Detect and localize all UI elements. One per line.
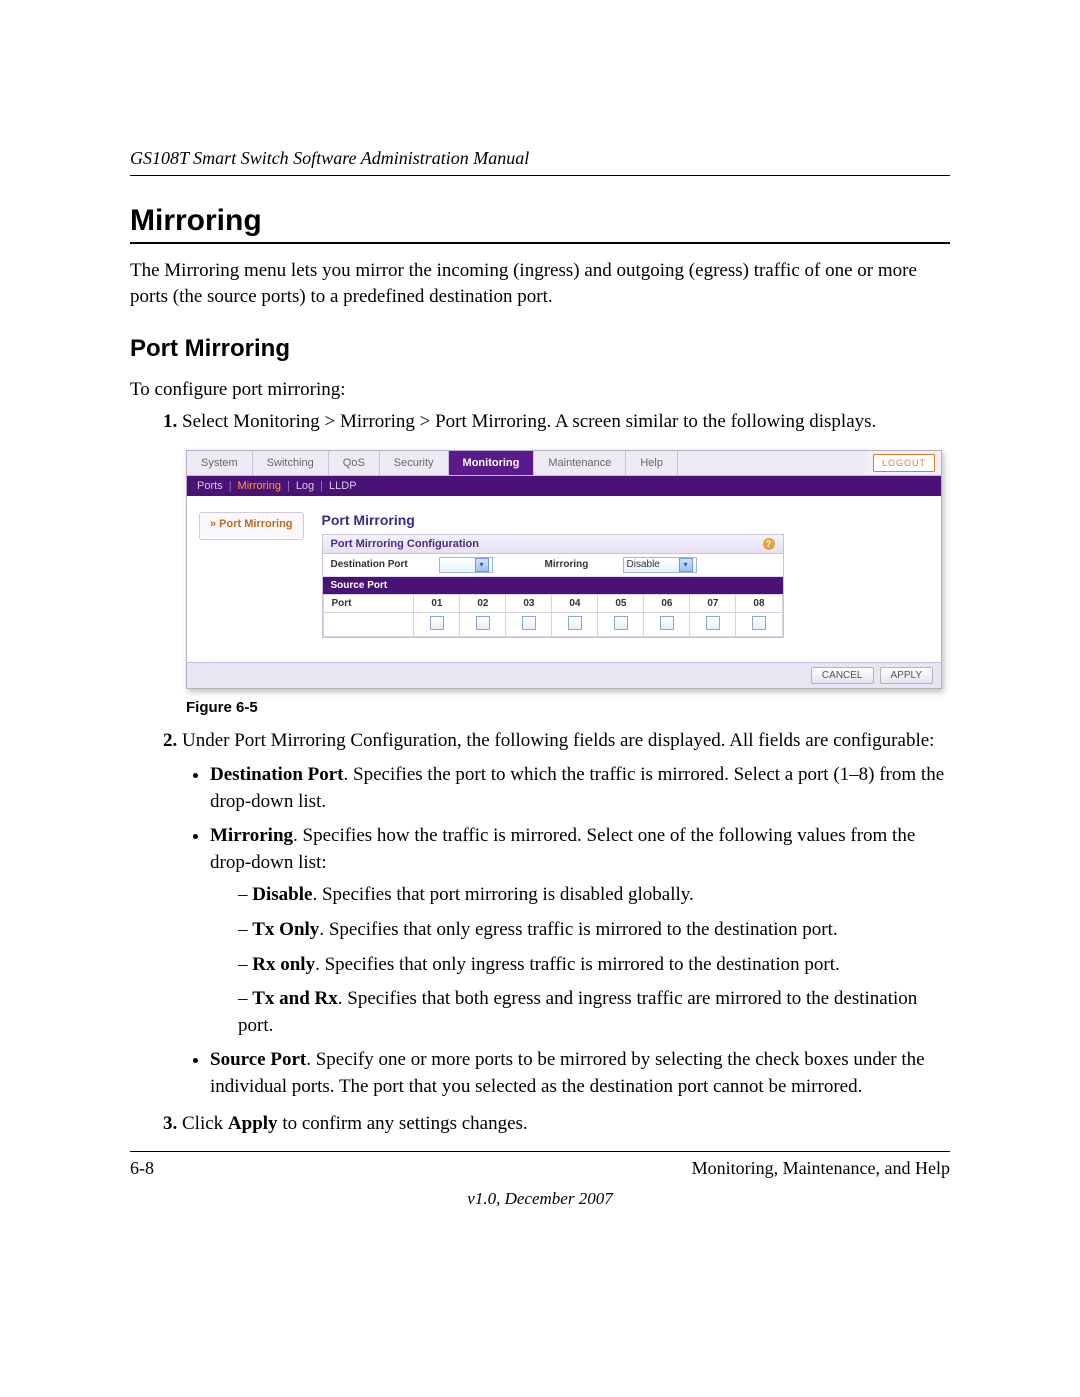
page-number: 6-8 bbox=[130, 1158, 154, 1179]
bullet-mirroring: Mirroring. Specifies how the traffic is … bbox=[210, 823, 950, 1039]
intro-paragraph: The Mirroring menu lets you mirror the i… bbox=[130, 258, 950, 309]
tab-help[interactable]: Help bbox=[626, 451, 678, 475]
content-area: » Port Mirroring Port Mirroring Port Mir… bbox=[187, 496, 941, 662]
port-col: 06 bbox=[644, 594, 690, 612]
source-port-header: Source Port bbox=[323, 577, 783, 594]
side-nav-item[interactable]: » Port Mirroring bbox=[199, 512, 304, 540]
mirroring-values: Disable. Specifies that port mirroring i… bbox=[210, 882, 950, 1039]
step-1: Select Monitoring > Mirroring > Port Mir… bbox=[182, 409, 950, 436]
port-checkbox-07[interactable] bbox=[706, 616, 720, 630]
port-col: 07 bbox=[690, 594, 736, 612]
tab-switching[interactable]: Switching bbox=[253, 451, 329, 475]
running-header: GS108T Smart Switch Software Administrat… bbox=[130, 148, 950, 176]
field-bullets: Destination Port. Specifies the port to … bbox=[182, 762, 950, 1101]
step-2-text: Under Port Mirroring Configuration, the … bbox=[182, 730, 934, 751]
step-2: Under Port Mirroring Configuration, the … bbox=[182, 728, 950, 1101]
action-bar: CANCEL APPLY bbox=[187, 662, 941, 688]
subsection-title: Port Mirroring bbox=[130, 335, 950, 363]
embedded-screenshot: System Switching QoS Security Monitoring… bbox=[186, 450, 942, 689]
config-header: Port Mirroring Configuration ? bbox=[323, 535, 783, 554]
port-header-row: Port 01 02 03 04 05 06 07 08 bbox=[323, 594, 782, 612]
figure-caption: Figure 6-5 bbox=[186, 699, 950, 716]
step-3-bold: Apply bbox=[228, 1113, 278, 1134]
subnav-lldp[interactable]: LLDP bbox=[329, 480, 357, 492]
step-3-pre: Click bbox=[182, 1113, 228, 1134]
primary-tabs: System Switching QoS Security Monitoring… bbox=[187, 451, 941, 476]
port-checkbox-01[interactable] bbox=[430, 616, 444, 630]
port-checkbox-02[interactable] bbox=[476, 616, 490, 630]
logout-button[interactable]: LOGOUT bbox=[873, 454, 935, 472]
port-checkbox-03[interactable] bbox=[522, 616, 536, 630]
mirroring-value: Disable bbox=[627, 559, 660, 570]
tab-qos[interactable]: QoS bbox=[329, 451, 380, 475]
port-col: 03 bbox=[506, 594, 552, 612]
help-icon[interactable]: ? bbox=[763, 538, 775, 550]
mirroring-select[interactable]: Disable ▾ bbox=[623, 557, 697, 573]
subnav-mirroring[interactable]: Mirroring bbox=[238, 480, 281, 492]
chevron-down-icon: ▾ bbox=[679, 558, 693, 572]
version-line: v1.0, December 2007 bbox=[130, 1189, 950, 1209]
dash-tx-and-rx: Tx and Rx. Specifies that both egress an… bbox=[238, 986, 950, 1039]
apply-button[interactable]: APPLY bbox=[880, 667, 934, 684]
step-3: Click Apply to confirm any settings chan… bbox=[182, 1111, 950, 1138]
port-col: 08 bbox=[736, 594, 782, 612]
port-col: 02 bbox=[460, 594, 506, 612]
dash-disable: Disable. Specifies that port mirroring i… bbox=[238, 882, 950, 909]
port-checkbox-04[interactable] bbox=[568, 616, 582, 630]
subnav-ports[interactable]: Ports bbox=[197, 480, 223, 492]
tab-maintenance[interactable]: Maintenance bbox=[534, 451, 626, 475]
chapter-title: Monitoring, Maintenance, and Help bbox=[692, 1158, 950, 1179]
port-table: Port 01 02 03 04 05 06 07 08 bbox=[323, 594, 783, 637]
mirroring-label: Mirroring bbox=[545, 559, 615, 570]
port-checkbox-05[interactable] bbox=[614, 616, 628, 630]
port-checkbox-row bbox=[323, 612, 782, 636]
dest-port-label: Destination Port bbox=[331, 559, 431, 570]
step-list-continued: Under Port Mirroring Configuration, the … bbox=[130, 728, 950, 1138]
tab-system[interactable]: System bbox=[187, 451, 253, 475]
subnav-sep: | bbox=[287, 480, 290, 492]
section-title: Mirroring bbox=[130, 204, 950, 244]
config-header-label: Port Mirroring Configuration bbox=[331, 538, 479, 550]
port-col: 05 bbox=[598, 594, 644, 612]
dash-rx-only: Rx only. Specifies that only ingress tra… bbox=[238, 952, 950, 979]
page-footer: 6-8 Monitoring, Maintenance, and Help bbox=[130, 1151, 950, 1179]
sub-nav: Ports | Mirroring | Log | LLDP bbox=[187, 476, 941, 496]
chevron-down-icon: ▾ bbox=[475, 558, 489, 572]
lead-text: To configure port mirroring: bbox=[130, 377, 950, 403]
subnav-sep: | bbox=[320, 480, 323, 492]
step-list: Select Monitoring > Mirroring > Port Mir… bbox=[130, 409, 950, 436]
panel-title: Port Mirroring bbox=[322, 512, 784, 528]
config-row: Destination Port ▾ Mirroring Disable ▾ bbox=[323, 554, 783, 577]
tab-security[interactable]: Security bbox=[380, 451, 449, 475]
port-checkbox-08[interactable] bbox=[752, 616, 766, 630]
cancel-button[interactable]: CANCEL bbox=[811, 667, 874, 684]
config-box: Port Mirroring Configuration ? Destinati… bbox=[322, 534, 784, 638]
config-panel: Port Mirroring Port Mirroring Configurat… bbox=[322, 512, 784, 642]
bullet-source-port: Source Port. Specify one or more ports t… bbox=[210, 1047, 950, 1100]
tab-spacer bbox=[678, 451, 867, 475]
step-3-post: to confirm any settings changes. bbox=[278, 1113, 528, 1134]
dash-tx-only: Tx Only. Specifies that only egress traf… bbox=[238, 917, 950, 944]
dest-port-select[interactable]: ▾ bbox=[439, 557, 493, 573]
document-page: GS108T Smart Switch Software Administrat… bbox=[0, 0, 1080, 1397]
tab-monitoring[interactable]: Monitoring bbox=[449, 451, 535, 475]
port-col: 01 bbox=[414, 594, 460, 612]
port-checkbox-06[interactable] bbox=[660, 616, 674, 630]
port-col: 04 bbox=[552, 594, 598, 612]
port-label: Port bbox=[323, 594, 414, 612]
subnav-sep: | bbox=[229, 480, 232, 492]
bullet-destination-port: Destination Port. Specifies the port to … bbox=[210, 762, 950, 815]
subnav-log[interactable]: Log bbox=[296, 480, 314, 492]
